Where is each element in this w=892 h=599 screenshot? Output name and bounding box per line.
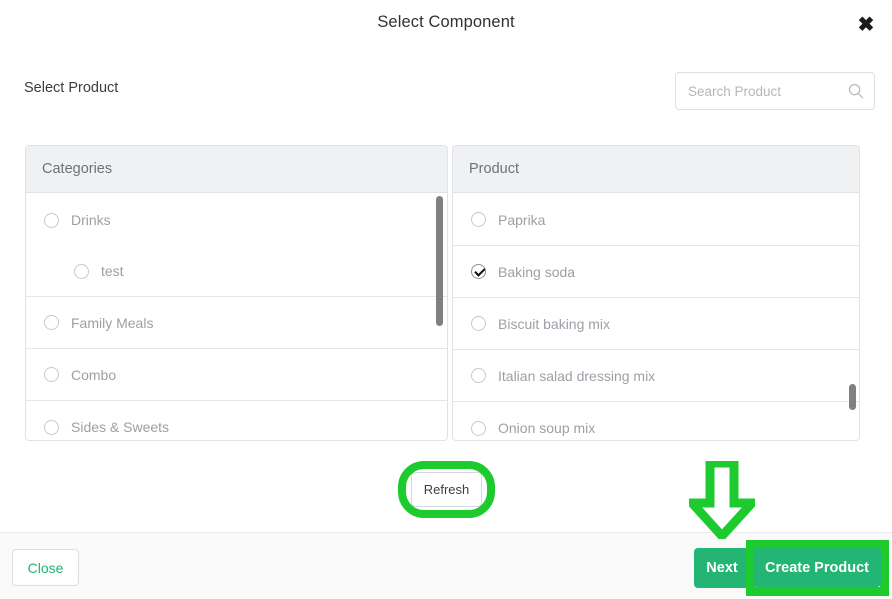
category-label: test <box>101 263 124 279</box>
search-product-field[interactable] <box>675 72 875 110</box>
radio-icon[interactable] <box>471 368 486 383</box>
select-product-label: Select Product <box>24 80 118 96</box>
create-product-button[interactable]: Create Product <box>753 548 881 587</box>
refresh-button[interactable]: Refresh <box>411 472 482 507</box>
categories-scrollbar[interactable] <box>436 196 443 439</box>
category-row-sides-sweets[interactable]: Sides & Sweets <box>26 401 447 440</box>
search-input[interactable] <box>686 73 841 109</box>
product-label: Biscuit baking mix <box>498 316 610 332</box>
category-row-test[interactable]: test <box>26 246 447 296</box>
product-scrollbar-thumb[interactable] <box>849 384 856 410</box>
product-row-biscuit-baking-mix[interactable]: Biscuit baking mix <box>453 298 859 350</box>
page-title: Select Component <box>0 13 892 32</box>
product-panel: Product Paprika Baking soda Biscuit baki… <box>452 145 860 441</box>
product-list[interactable]: Paprika Baking soda Biscuit baking mix I… <box>453 194 859 440</box>
product-row-italian-salad-dressing-mix[interactable]: Italian salad dressing mix <box>453 350 859 402</box>
list-item[interactable]: Drinks test <box>26 194 447 297</box>
subheader: Select Product <box>0 70 892 112</box>
radio-icon[interactable] <box>471 212 486 227</box>
product-label: Paprika <box>498 212 545 228</box>
category-label: Sides & Sweets <box>71 419 169 435</box>
product-row-baking-soda[interactable]: Baking soda <box>453 246 859 298</box>
product-label: Italian salad dressing mix <box>498 368 655 384</box>
category-row-drinks[interactable]: Drinks <box>26 194 447 246</box>
categories-panel: Categories Drinks test Family Meals Comb… <box>25 145 448 441</box>
radio-icon[interactable] <box>471 316 486 331</box>
radio-icon[interactable] <box>44 367 59 382</box>
product-label: Onion soup mix <box>498 420 595 436</box>
categories-scrollbar-thumb[interactable] <box>436 196 443 326</box>
radio-icon[interactable] <box>471 421 486 436</box>
search-icon <box>848 83 864 99</box>
product-row-paprika[interactable]: Paprika <box>453 194 859 246</box>
category-label: Family Meals <box>71 315 153 331</box>
radio-icon[interactable] <box>44 420 59 435</box>
close-button[interactable]: Close <box>12 549 79 586</box>
product-scrollbar[interactable] <box>849 196 856 439</box>
radio-icon[interactable] <box>44 315 59 330</box>
category-label: Combo <box>71 367 116 383</box>
close-icon[interactable]: ✖ <box>852 11 880 39</box>
categories-list[interactable]: Drinks test Family Meals Combo Sides & S… <box>26 194 447 440</box>
modal-header: Select Component ✖ <box>0 0 892 52</box>
product-label: Baking soda <box>498 264 575 280</box>
product-row-onion-soup-mix[interactable]: Onion soup mix <box>453 402 859 440</box>
category-label: Drinks <box>71 212 111 228</box>
category-row-combo[interactable]: Combo <box>26 349 447 401</box>
categories-panel-header: Categories <box>26 146 447 193</box>
annotation-arrow-down-icon <box>689 461 755 539</box>
radio-icon[interactable] <box>74 264 89 279</box>
product-panel-header: Product <box>453 146 859 193</box>
radio-icon[interactable] <box>44 213 59 228</box>
select-component-modal: Select Component ✖ Select Product Catego… <box>0 0 892 599</box>
category-row-family-meals[interactable]: Family Meals <box>26 297 447 349</box>
radio-checked-icon[interactable] <box>471 264 486 279</box>
next-button[interactable]: Next <box>694 548 750 588</box>
